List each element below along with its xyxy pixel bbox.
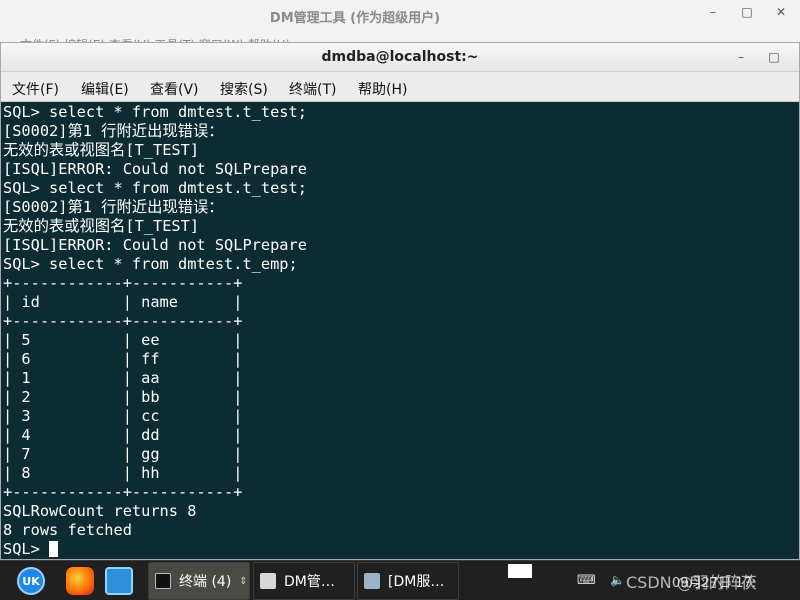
- task-dm-tool[interactable]: DM管…: [253, 562, 355, 600]
- console-line: | 4 | dd |: [3, 426, 243, 444]
- background-window-title: DM管理工具 (作为超级用户): [269, 11, 441, 26]
- console-line: | 8 | hh |: [3, 464, 243, 482]
- terminal-console[interactable]: SQL> select * from dmtest.t_test; [S0002]…: [3, 103, 797, 559]
- console-line: 8 rows fetched: [3, 521, 132, 539]
- console-line: | id | name |: [3, 293, 243, 311]
- background-maximize-button[interactable]: □: [734, 2, 760, 22]
- background-close-button[interactable]: ✕: [768, 2, 794, 22]
- menu-help[interactable]: 帮助(H): [358, 79, 407, 99]
- menu-terminal[interactable]: 终端(T): [289, 79, 336, 99]
- console-line: 无效的表或视图名[T_TEST]: [3, 141, 200, 159]
- task-terminal-label: 终端 (4): [179, 574, 232, 590]
- terminal-maximize-button[interactable]: □: [761, 47, 787, 67]
- terminal-icon: [155, 573, 171, 589]
- dm-service-icon: [364, 573, 380, 589]
- firefox-icon[interactable]: [66, 567, 94, 595]
- taskbar: UK 终端 (4) ⇕ DM管… [DM服… ⌨ 🔈 09月27日 17: CS…: [0, 560, 800, 600]
- console-line: SQL> select * from dmtest.t_test;: [3, 103, 307, 121]
- tray-white-indicator: [508, 564, 532, 578]
- terminal-minimize-button[interactable]: –: [728, 47, 754, 67]
- uk-icon[interactable]: UK: [17, 567, 45, 595]
- console-line: +------------+-----------+: [3, 274, 243, 292]
- task-dm-service-label: [DM服…: [388, 574, 445, 590]
- console-line: | 2 | bb |: [3, 388, 243, 406]
- task-dm-tool-label: DM管…: [284, 574, 335, 590]
- console-line: [ISQL]ERROR: Could not SQLPrepare: [3, 160, 307, 178]
- menu-edit[interactable]: 编辑(E): [81, 79, 129, 99]
- console-line: [S0002]第1 行附近出现错误：: [3, 122, 224, 140]
- console-line: | 7 | gg |: [3, 445, 243, 463]
- keyboard-icon[interactable]: ⌨: [577, 573, 596, 588]
- console-line: 无效的表或视图名[T_TEST]: [3, 217, 200, 235]
- console-line: SQL> select * from dmtest.t_test;: [3, 179, 307, 197]
- menu-file[interactable]: 文件(F): [12, 79, 59, 99]
- console-line: | 5 | ee |: [3, 331, 243, 349]
- console-line: | 6 | ff |: [3, 350, 243, 368]
- console-line: | 3 | cc |: [3, 407, 243, 425]
- file-manager-icon[interactable]: [105, 567, 133, 595]
- console-line: +------------+-----------+: [3, 483, 243, 501]
- terminal-window[interactable]: dmdba@localhost:~ – □ 文件(F) 编辑(E) 查看(V) …: [0, 42, 800, 560]
- console-line: [ISQL]ERROR: Could not SQLPrepare: [3, 236, 307, 254]
- menu-view[interactable]: 查看(V): [150, 79, 199, 99]
- console-line: SQL>: [3, 540, 797, 559]
- task-dm-service[interactable]: [DM服…: [357, 562, 459, 600]
- background-minimize-button[interactable]: –: [700, 2, 726, 22]
- terminal-titlebar[interactable]: dmdba@localhost:~ – □: [1, 43, 799, 72]
- task-scroll-icon: ⇕: [239, 575, 248, 587]
- text-cursor: [49, 541, 59, 557]
- terminal-title: dmdba@localhost:~: [321, 49, 479, 65]
- menu-search[interactable]: 搜索(S): [220, 79, 268, 99]
- volume-icon[interactable]: 🔈: [610, 573, 625, 587]
- task-terminal[interactable]: 终端 (4) ⇕: [148, 562, 250, 600]
- console-line: +------------+-----------+: [3, 312, 243, 330]
- console-line: | 1 | aa |: [3, 369, 243, 387]
- console-line: SQL> select * from dmtest.t_emp;: [3, 255, 298, 273]
- dm-tool-icon: [260, 573, 276, 589]
- console-line: [S0002]第1 行附近出现错误：: [3, 198, 224, 216]
- csdn-watermark: CSDN @羽的阵茯: [626, 573, 757, 592]
- console-line: SQLRowCount returns 8: [3, 502, 197, 520]
- terminal-menubar: 文件(F) 编辑(E) 查看(V) 搜索(S) 终端(T) 帮助(H): [1, 72, 799, 102]
